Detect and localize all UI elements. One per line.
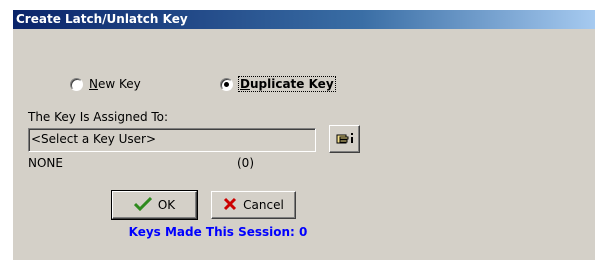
- ok-button[interactable]: OK: [111, 190, 198, 220]
- hand-pointer-icon: [335, 130, 355, 149]
- key-user-value: <Select a Key User>: [31, 132, 157, 146]
- duplicate-key-radio[interactable]: Duplicate Key: [220, 76, 336, 92]
- session-count: Keys Made This Session: 0: [128, 225, 308, 239]
- radio-circle-selected: [220, 77, 233, 91]
- x-icon: [223, 197, 237, 214]
- select-user-button[interactable]: [329, 125, 360, 153]
- title-bar[interactable]: Create Latch/Unlatch Key: [13, 10, 595, 29]
- ok-label: OK: [157, 198, 176, 212]
- window-title: Create Latch/Unlatch Key: [16, 12, 188, 26]
- key-user-field[interactable]: <Select a Key User>: [28, 128, 316, 152]
- new-key-radio[interactable]: New Key: [70, 77, 141, 91]
- radio-circle: [70, 77, 83, 91]
- create-key-dialog: Create Latch/Unlatch Key New Key Duplica…: [13, 10, 595, 260]
- duplicate-key-label: Duplicate Key: [238, 76, 336, 92]
- cancel-button[interactable]: Cancel: [211, 191, 296, 219]
- assigned-to-label: The Key Is Assigned To:: [28, 110, 169, 124]
- user-name: NONE: [28, 156, 63, 170]
- check-icon: [133, 196, 152, 214]
- user-count: (0): [237, 156, 254, 170]
- cancel-label: Cancel: [243, 198, 284, 212]
- new-key-label: New Key: [89, 77, 141, 91]
